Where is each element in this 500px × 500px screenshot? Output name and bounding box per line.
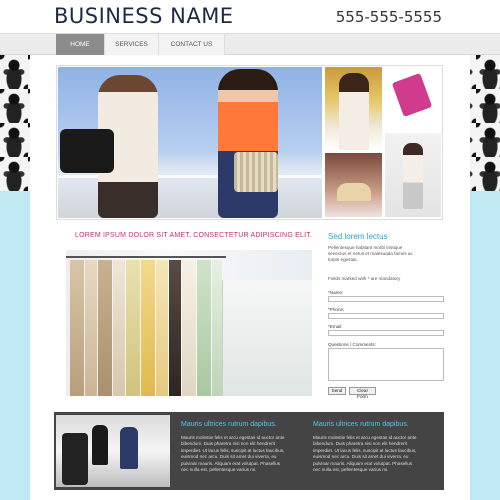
business-name[interactable]: BUSINESS NAME <box>54 4 234 28</box>
phone-field[interactable] <box>328 313 444 319</box>
store-shelf <box>222 280 312 396</box>
bottom-col2-title: Mauris ultrices rutrum dapibus. <box>313 421 409 428</box>
thumb-figure <box>391 72 433 118</box>
phone-label: *Phone: <box>328 307 345 312</box>
thumbnail-model-1 <box>325 67 382 150</box>
body-line: nec nulla est, pellentesque varius mi. <box>181 467 257 473</box>
woven-bag-shape <box>234 152 278 192</box>
mannequin-shape <box>120 427 138 469</box>
garment <box>113 260 125 396</box>
nav-bar: HOME SERVICES CONTACT US <box>0 33 500 55</box>
thumb-figure <box>403 143 423 209</box>
clear-form-button[interactable]: Clear Form <box>349 387 376 399</box>
garment <box>156 260 168 396</box>
bottom-col1-body: Mauris molestie felis et arcu egestas id… <box>181 435 303 473</box>
mannequin-shape <box>92 425 108 465</box>
body-line: nec nulla est, pellentesque varius mi. <box>313 467 389 473</box>
garment <box>197 260 211 396</box>
site-header: BUSINESS NAME 555-555-5555 HOME SERVICES… <box>0 0 500 55</box>
mannequin-shape <box>62 433 88 485</box>
model-figure-right <box>218 69 278 218</box>
garment <box>126 260 140 396</box>
thumbnail-model-2 <box>385 133 441 217</box>
mandatory-note: Fields marked with * are mandatory <box>328 276 401 281</box>
hero-photo <box>58 67 322 218</box>
comments-textarea[interactable] <box>328 348 444 381</box>
bottom-store-photo <box>56 415 170 487</box>
garment <box>98 260 112 396</box>
thumbnail-shoes <box>325 153 382 217</box>
form-intro-line: turpis egestas. <box>328 257 358 262</box>
thumb-figure <box>337 183 371 201</box>
send-button[interactable]: Send <box>328 387 346 395</box>
garment <box>182 260 196 396</box>
garment <box>141 260 155 396</box>
nav-home[interactable]: HOME <box>56 34 105 55</box>
email-field[interactable] <box>328 330 444 336</box>
email-label: *Email: <box>328 324 343 329</box>
garment <box>70 260 84 396</box>
thumb-figure <box>339 73 369 150</box>
black-bag-shape <box>60 129 114 173</box>
garment <box>212 260 222 396</box>
bottom-col1-title: Mauris ultrices rutrum dapibus. <box>181 421 277 428</box>
bottom-col2-body: Mauris molestie felis et arcu egestas id… <box>313 435 435 473</box>
name-label: *Name: <box>328 290 344 295</box>
thumbnail-handbag <box>385 67 441 130</box>
main-headline: LOREM IPSUM DOLOR SIT AMET, CONSECTETUR … <box>75 232 313 239</box>
comments-label: Questions / Comments: <box>328 342 376 347</box>
nav-contact-us[interactable]: CONTACT US <box>159 34 225 55</box>
store-photo <box>66 250 312 396</box>
phone-number: 555-555-5555 <box>335 8 442 26</box>
form-title: Sed lorem lectus <box>328 232 388 241</box>
garment <box>85 260 97 396</box>
garment <box>169 260 181 396</box>
nav-services[interactable]: SERVICES <box>105 34 159 55</box>
clothing-rail <box>66 256 226 258</box>
name-field[interactable] <box>328 296 444 302</box>
